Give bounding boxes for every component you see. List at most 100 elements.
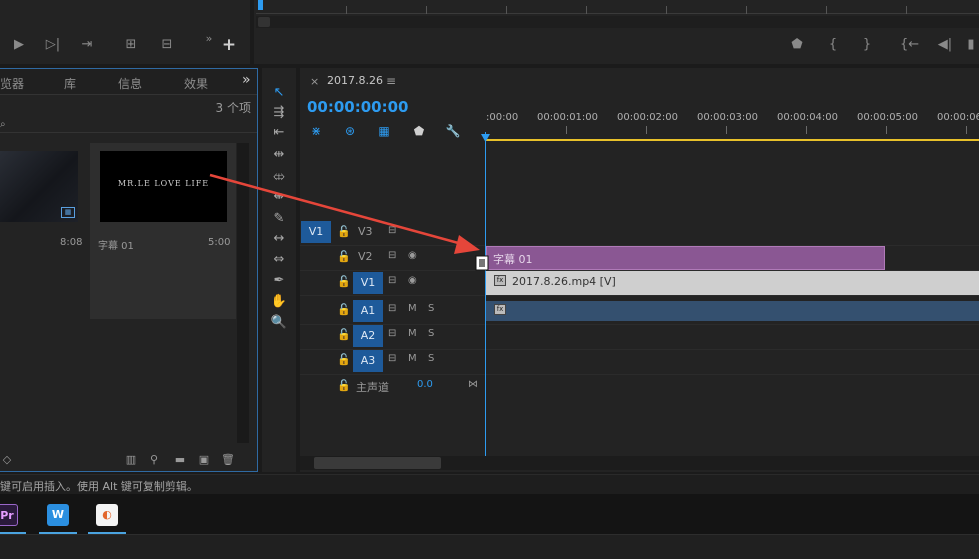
taskbar-app3[interactable]: ◐ [88, 498, 126, 534]
project-item-video[interactable]: ▦ 8:08 [0, 143, 86, 319]
slide-tool-icon[interactable]: ⇔ [269, 251, 289, 269]
marker-icon[interactable]: ⬟ [788, 36, 806, 54]
wps-icon: W [47, 504, 69, 526]
playhead-line[interactable] [485, 132, 486, 458]
folder-icon[interactable]: ⌕ [0, 119, 6, 130]
trash-icon[interactable]: 🗑 [221, 453, 235, 467]
pen-tool-icon[interactable]: ✒ [269, 272, 289, 290]
ruler-label: 00:00:04:00 [777, 112, 839, 123]
solo-button[interactable]: S [428, 328, 434, 339]
mark-out-icon[interactable]: } [858, 36, 876, 54]
ripple-edit-icon[interactable]: ⇤ [269, 124, 289, 142]
lock-icon[interactable]: 🔓 [337, 353, 351, 366]
track-name-a2[interactable]: A2 [353, 325, 383, 347]
master-volume-value[interactable]: 0.0 [417, 379, 433, 390]
title-clip[interactable]: 字幕 01 [486, 246, 885, 270]
lock-icon[interactable]: 🔓 [337, 275, 351, 288]
mark-in-icon[interactable]: { [824, 36, 842, 54]
insert-icon[interactable]: ⇥ [78, 36, 96, 54]
track-select-icon[interactable]: ⇶ [269, 104, 289, 122]
sequence-menu-icon[interactable]: ≡ [386, 74, 396, 88]
lock-icon[interactable]: 🔓 [337, 303, 351, 316]
new-item-icon[interactable]: ▣ [197, 453, 211, 467]
taskbar-premiere[interactable]: Pr [0, 498, 26, 534]
marker-icon[interactable]: ⬟ [411, 124, 427, 138]
more-controls-icon[interactable]: » [200, 30, 218, 48]
sync-lock-icon[interactable]: ⊟ [388, 328, 396, 339]
snap-icon[interactable]: ⋇ [308, 124, 324, 138]
view-toggle-icon[interactable]: ◇ [0, 453, 14, 467]
step-back-icon[interactable]: ◀| [936, 36, 954, 54]
taskbar-wps[interactable]: W [39, 498, 77, 534]
overwrite-icon[interactable]: ⊞ [122, 36, 140, 54]
selection-tool-icon[interactable]: ↖ [269, 84, 289, 102]
sync-lock-icon[interactable]: ⊟ [388, 275, 396, 286]
go-to-end-icon[interactable]: ⋈ [468, 379, 478, 390]
ruler-label: 00:00:06 [937, 112, 979, 123]
work-area-bar[interactable] [486, 139, 979, 141]
tab-effects[interactable]: 效果 [184, 75, 208, 92]
sync-lock-icon[interactable]: ⊟ [388, 303, 396, 314]
track-a2-header: 🔓 A2 ⊟ M S [300, 324, 485, 348]
tab-library[interactable]: 库 [64, 75, 76, 92]
project-search-bar[interactable]: ⌕ [0, 117, 257, 133]
project-scrollbar[interactable] [237, 143, 249, 443]
step-forward-icon[interactable]: ▷| [44, 36, 62, 54]
title-name: 字幕 01 [98, 241, 134, 252]
track-name-v1[interactable]: V1 [353, 272, 383, 294]
eye-icon[interactable]: ◉ [408, 275, 417, 286]
project-tabs: 览器 库 信息 效果 » [0, 69, 257, 95]
solo-button[interactable]: S [428, 303, 434, 314]
sync-lock-icon[interactable]: ⊟ [388, 353, 396, 364]
tab-browser[interactable]: 览器 [0, 75, 24, 92]
settings-wrench-icon[interactable]: 🔧 [445, 124, 461, 138]
play-program-icon[interactable]: ▮ [966, 36, 976, 54]
sequence-icon: ▦ [61, 207, 75, 218]
track-v3-header: 🔓 V3 ⊟ [300, 221, 485, 245]
ruler-label: 00:00:05:00 [857, 112, 919, 123]
title-thumbnail-text: MR.LE LOVE LIFE [117, 179, 210, 188]
close-sequence-icon[interactable]: × [310, 75, 319, 88]
lock-icon[interactable]: 🔓 [337, 379, 351, 392]
hand-tool-icon[interactable]: ✋ [269, 293, 289, 311]
tab-info[interactable]: 信息 [118, 75, 142, 92]
lock-icon[interactable]: 🔓 [337, 225, 351, 238]
razor-tool-icon[interactable]: ⇼ [269, 188, 289, 206]
rolling-edit-icon[interactable]: ⇹ [269, 146, 289, 164]
playhead-timecode[interactable]: 00:00:00:00 [307, 98, 409, 116]
play-icon[interactable]: ▶ [10, 36, 28, 54]
ruler-label: 00:00:03:00 [697, 112, 759, 123]
razor-blade-icon[interactable]: ✎ [269, 210, 289, 228]
fx-icon: fx [494, 275, 506, 286]
track-name-v2[interactable]: V2 [358, 250, 373, 263]
audio-clip[interactable]: fx [486, 301, 979, 321]
solo-button[interactable]: S [428, 353, 434, 364]
video-clip[interactable]: fx 2017.8.26.mp4 [V] [486, 271, 979, 295]
slip-tool-icon[interactable]: ↔ [269, 230, 289, 248]
project-item-title[interactable]: MR.LE LOVE LIFE 字幕 01 5:00 [90, 143, 236, 319]
mute-button[interactable]: M [408, 303, 417, 314]
zoom-tool-icon[interactable]: 🔍 [269, 314, 289, 332]
find-icon[interactable]: ⚲ [147, 453, 161, 467]
mute-button[interactable]: M [408, 328, 417, 339]
track-name-a3[interactable]: A3 [353, 350, 383, 372]
sync-lock-icon[interactable]: ⊟ [388, 225, 396, 236]
eye-icon[interactable]: ◉ [408, 250, 417, 261]
add-marker-icon[interactable]: ▦ [376, 124, 392, 138]
linked-selection-icon[interactable]: ⊛ [342, 124, 358, 138]
new-bin-icon[interactable]: ▬ [173, 453, 187, 467]
go-to-in-icon[interactable]: {← [900, 36, 919, 54]
lock-icon[interactable]: 🔓 [337, 328, 351, 341]
sync-lock-icon[interactable]: ⊟ [388, 250, 396, 261]
add-icon[interactable]: + [220, 36, 238, 54]
track-name-v3[interactable]: V3 [358, 225, 373, 238]
timeline-scrollbar[interactable] [300, 456, 979, 470]
automate-icon[interactable]: ▥ [124, 453, 138, 467]
track-name-a1[interactable]: A1 [353, 300, 383, 322]
mute-button[interactable]: M [408, 353, 417, 364]
export-frame-icon[interactable]: ⊟ [158, 36, 176, 54]
more-tabs-icon[interactable]: » [242, 72, 251, 88]
lock-icon[interactable]: 🔓 [337, 250, 351, 263]
rate-stretch-icon[interactable]: ⤄ [269, 168, 289, 186]
sequence-tab[interactable]: 2017.8.26 [327, 74, 383, 87]
